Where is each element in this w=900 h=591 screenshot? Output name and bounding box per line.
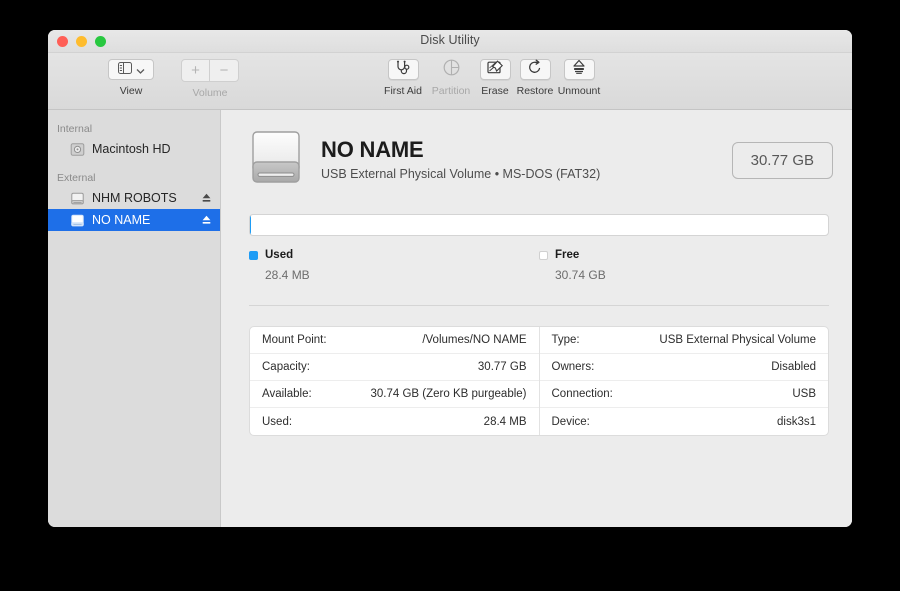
unmount-button[interactable] xyxy=(563,59,595,80)
info-key: Connection: xyxy=(551,388,613,400)
info-key: Device: xyxy=(551,415,590,428)
info-value: 28.4 MB xyxy=(483,415,527,428)
window-title: Disk Utility xyxy=(420,33,480,47)
sidebar-item-label: Macintosh HD xyxy=(92,142,171,156)
info-control[interactable]: Info xyxy=(846,59,852,97)
eject-icon[interactable] xyxy=(201,192,212,204)
sidebar-group-header-internal: Internal xyxy=(57,123,93,135)
info-value: USB External Physical Volume xyxy=(659,334,816,346)
chevron-down-icon xyxy=(136,61,145,79)
section-divider xyxy=(249,305,829,306)
info-value: USB xyxy=(792,388,816,400)
info-key: Used: xyxy=(262,415,293,428)
legend-value-free: 30.74 GB xyxy=(555,268,606,282)
table-row: Type: USB External Physical Volume xyxy=(539,327,828,354)
toolbar: View + − Volume First Aid Partition Eras… xyxy=(48,53,852,110)
volume-detail-pane: NO NAME USB External Physical Volume • M… xyxy=(221,110,852,527)
eject-icon xyxy=(572,59,586,80)
restore-button[interactable] xyxy=(519,59,551,80)
erase-pencil-icon xyxy=(486,59,504,80)
sidebar-group-header-external: External xyxy=(57,172,96,184)
info-value: Disabled xyxy=(771,361,816,373)
table-row: Capacity: 30.77 GB xyxy=(250,354,539,381)
legend-swatch-used xyxy=(249,250,258,260)
sidebar-item-label: NHM ROBOTS xyxy=(92,191,177,205)
sidebar-item-macintosh-hd[interactable]: Macintosh HD xyxy=(48,138,220,160)
stethoscope-icon xyxy=(395,60,411,80)
table-row: Available: 30.74 GB (Zero KB purgeable) xyxy=(250,381,539,408)
legend-label-free: Free xyxy=(555,249,580,261)
legend-swatch-free xyxy=(539,250,548,260)
unmount-control[interactable]: Unmount xyxy=(548,59,610,97)
info-column-right: Type: USB External Physical Volume Owner… xyxy=(539,327,829,435)
first-aid-button[interactable] xyxy=(387,59,419,80)
volume-subtitle: USB External Physical Volume • MS-DOS (F… xyxy=(321,166,601,181)
legend-value-used: 28.4 MB xyxy=(265,268,310,282)
volume-control: + − Volume xyxy=(179,59,241,99)
usage-legend: Used 28.4 MB Free 30.74 GB xyxy=(249,249,829,282)
internal-disk-icon xyxy=(70,142,85,157)
legend-label-used: Used xyxy=(265,249,294,261)
disk-utility-window: Disk Utility View + − Volume First Aid P… xyxy=(48,30,852,527)
info-key: Available: xyxy=(262,388,312,400)
sidebar-view-icon xyxy=(117,61,132,79)
first-aid-label: First Aid xyxy=(384,85,422,97)
volume-label: Volume xyxy=(192,87,228,99)
partition-button xyxy=(436,59,467,80)
external-disk-icon xyxy=(249,128,303,188)
usage-bar xyxy=(249,214,829,236)
desktop-background: Disk Utility View + − Volume First Aid P… xyxy=(0,0,900,591)
volume-info-table: Mount Point: /Volumes/NO NAME Capacity: … xyxy=(249,326,829,436)
volume-segmented-control: + − xyxy=(181,59,239,82)
info-key: Mount Point: xyxy=(262,334,327,346)
volume-add-button: + xyxy=(182,60,210,81)
undo-arrow-icon xyxy=(527,59,543,80)
volume-title-block: NO NAME USB External Physical Volume • M… xyxy=(321,135,732,180)
info-column-left: Mount Point: /Volumes/NO NAME Capacity: … xyxy=(250,327,540,435)
sidebar: Internal Macintosh HD External NHM ROBOT… xyxy=(48,110,221,527)
volume-remove-button: − xyxy=(219,62,229,79)
table-row: Owners: Disabled xyxy=(539,354,828,381)
info-value: /Volumes/NO NAME xyxy=(422,334,527,346)
info-key: Capacity: xyxy=(262,361,310,373)
volume-name: NO NAME xyxy=(321,137,424,163)
pie-chart-icon xyxy=(443,59,460,81)
info-value: 30.74 GB (Zero KB purgeable) xyxy=(370,388,527,400)
view-label: View xyxy=(119,85,143,97)
sidebar-item-nhm-robots[interactable]: NHM ROBOTS xyxy=(48,187,220,209)
external-disk-icon xyxy=(70,191,85,206)
window-titlebar[interactable]: Disk Utility xyxy=(48,30,852,53)
table-row: Connection: USB xyxy=(539,381,828,408)
table-row: Mount Point: /Volumes/NO NAME xyxy=(250,327,539,354)
eject-icon[interactable] xyxy=(201,214,212,226)
view-button[interactable] xyxy=(108,59,154,80)
info-value: disk3s1 xyxy=(777,415,816,428)
sidebar-item-label: NO NAME xyxy=(92,213,151,227)
volume-header: NO NAME USB External Physical Volume • M… xyxy=(221,110,852,188)
window-body: Internal Macintosh HD External NHM ROBOT… xyxy=(48,110,852,527)
legend-item-used: Used 28.4 MB xyxy=(249,249,539,282)
info-value: 30.77 GB xyxy=(477,361,527,373)
info-key: Type: xyxy=(551,334,580,346)
sidebar-item-no-name[interactable]: NO NAME xyxy=(48,209,220,231)
unmount-label: Unmount xyxy=(557,85,601,97)
usage-bar-used-segment xyxy=(250,215,251,235)
usage-section: Used 28.4 MB Free 30.74 GB xyxy=(221,188,852,282)
table-row: Device: disk3s1 xyxy=(540,408,829,435)
external-disk-icon xyxy=(70,213,85,228)
table-row: Used: 28.4 MB xyxy=(250,408,539,435)
legend-item-free: Free 30.74 GB xyxy=(539,249,829,282)
info-key: Owners: xyxy=(551,361,595,373)
view-control[interactable]: View xyxy=(100,59,162,97)
capacity-badge: 30.77 GB xyxy=(731,141,833,179)
